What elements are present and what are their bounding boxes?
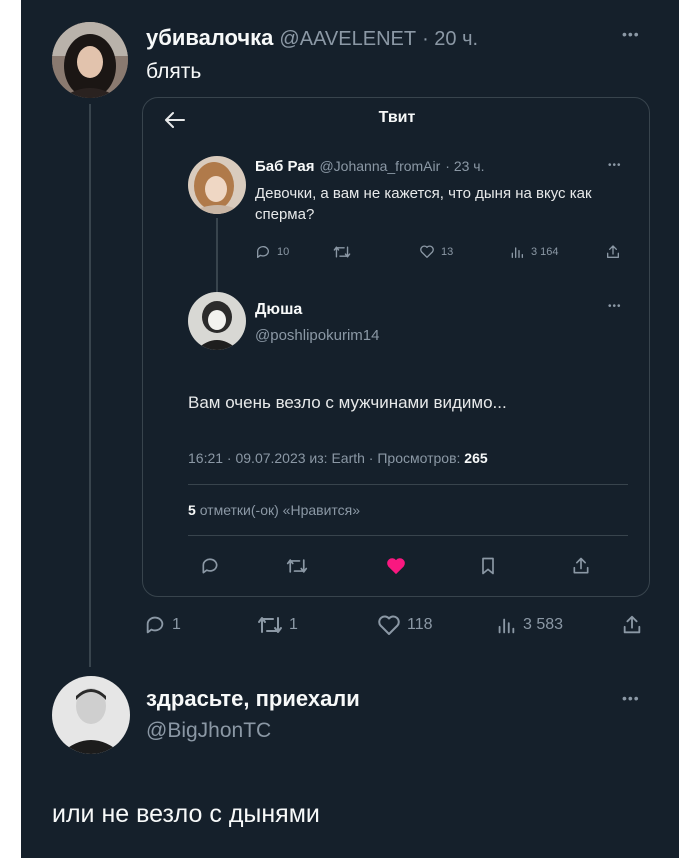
tweet-text: или не везло с дынями [52, 800, 320, 828]
screen-title: Твит [378, 109, 416, 126]
tweet-text: Вам очень везло с мужчинами видимо... [188, 393, 507, 412]
divider [188, 484, 628, 485]
handle[interactable]: @Johanna_fromAir [319, 158, 440, 174]
avatar-dyusha[interactable] [188, 292, 246, 350]
retweet-button[interactable] [333, 244, 351, 260]
views-button[interactable]: 3 583 [495, 614, 563, 636]
avatar-bab-raya[interactable] [188, 156, 246, 214]
views-button[interactable]: 3 164 [509, 244, 559, 260]
user-photo-icon [188, 156, 246, 214]
tweet-text: блять [146, 60, 202, 83]
timestamp[interactable]: · 20 ч. [422, 28, 478, 51]
retweet-icon [333, 246, 351, 258]
thread-line [216, 218, 218, 292]
divider [188, 535, 628, 536]
heart-icon [420, 245, 434, 258]
more-options-icon[interactable]: ••• [622, 26, 640, 42]
avatar-ubivalochka[interactable] [52, 22, 128, 98]
more-options-icon[interactable]: ••• [608, 301, 622, 312]
handle[interactable]: @poshlipokurim14 [255, 327, 379, 344]
share-icon [623, 615, 641, 634]
retweet-count: 1 [289, 616, 298, 633]
user-photo-icon [52, 22, 128, 98]
embedded-screenshot[interactable]: Твит Баб Рая @Johanna_fromAir · 23 ч. ••… [142, 97, 650, 597]
share-icon [573, 557, 589, 574]
tweet-text: Девочки, а вам не кажется, что дыня на в… [255, 185, 592, 223]
like-button[interactable]: 13 [419, 244, 453, 260]
display-name[interactable]: Баб Рая [255, 158, 314, 175]
heart-filled-icon [387, 558, 405, 575]
avatar-bigjhontc[interactable] [52, 676, 130, 754]
likes-count: 5 [188, 502, 196, 518]
more-options-icon[interactable]: ••• [622, 690, 640, 706]
reply-count: 1 [172, 616, 181, 633]
share-button[interactable] [571, 556, 591, 576]
user-photo-icon [188, 292, 246, 350]
retweet-button[interactable] [286, 556, 308, 576]
tweet-meta: 16:21 · 09.07.2023 из: Earth · Просмотро… [188, 450, 488, 466]
view-count: 3 583 [523, 616, 564, 633]
user-photo-icon [52, 676, 130, 754]
handle[interactable]: @BigJhonTC [146, 719, 271, 743]
like-count: 118 [407, 616, 433, 633]
reply-count: 10 [277, 246, 290, 258]
reply-button[interactable]: 10 [255, 244, 289, 260]
reply-icon [146, 616, 164, 634]
reply-icon [256, 246, 269, 258]
share-icon [607, 245, 619, 258]
retweet-icon [286, 559, 308, 573]
handle[interactable]: @AAVELENET [279, 28, 416, 51]
view-count: 3 164 [531, 246, 559, 258]
display-name[interactable]: здрасьте, приехали [146, 686, 360, 712]
tweet-screenshot: убивалочка @AAVELENET · 20 ч. ••• блять … [21, 0, 679, 858]
share-button[interactable] [605, 244, 621, 260]
like-button[interactable] [385, 556, 407, 576]
like-button[interactable]: 118 [377, 614, 433, 636]
views-total: 265 [464, 450, 488, 466]
bookmark-button[interactable] [479, 556, 497, 576]
views-icon [498, 618, 515, 634]
timestamp-source: 16:21 · 09.07.2023 из: Earth · Просмотро… [188, 450, 461, 466]
bookmark-icon [482, 557, 494, 575]
likes-summary[interactable]: 5 отметки(-ок) «Нравится» [188, 502, 360, 518]
heart-icon [378, 615, 400, 635]
share-button[interactable] [621, 614, 643, 636]
reply-button[interactable]: 1 [144, 614, 181, 636]
more-options-icon[interactable]: ••• [608, 160, 622, 171]
views-icon [511, 247, 523, 258]
display-name[interactable]: Дюша [255, 301, 302, 319]
retweet-icon [258, 617, 282, 633]
reply-button[interactable] [200, 556, 220, 576]
timestamp[interactable]: · 23 ч. [445, 158, 484, 174]
retweet-button[interactable]: 1 [257, 614, 298, 636]
like-count: 13 [441, 246, 454, 258]
display-name[interactable]: убивалочка [146, 25, 273, 51]
thread-line [89, 104, 91, 667]
likes-label: отметки(-ок) «Нравится» [199, 502, 361, 518]
reply-icon [202, 558, 218, 574]
